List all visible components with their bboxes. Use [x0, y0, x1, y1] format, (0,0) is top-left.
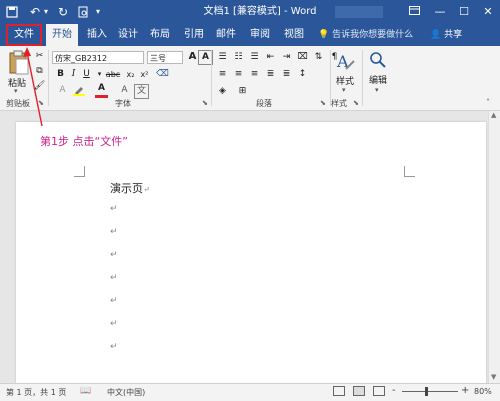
read-mode-icon[interactable]: [333, 386, 345, 396]
language-status[interactable]: 中文(中国): [107, 387, 145, 398]
paragraph-mark: ↵: [110, 296, 118, 306]
zoom-slider-thumb[interactable]: [425, 387, 428, 396]
paragraph-mark: ↵: [143, 185, 150, 194]
zoom-level[interactable]: 80%: [474, 387, 492, 396]
crop-mark: [74, 166, 85, 177]
paragraph-mark: ↵: [110, 227, 118, 237]
paragraph-mark: ↵: [110, 342, 118, 352]
paragraph-mark: ↵: [110, 273, 118, 283]
paragraph-mark: ↵: [110, 319, 118, 329]
zoom-in-button[interactable]: +: [461, 385, 469, 396]
paragraph-mark: ↵: [110, 250, 118, 260]
zoom-out-button[interactable]: -: [392, 385, 396, 396]
status-bar: 第 1 页，共 1 页 📖 中文(中国) - + 80%: [0, 383, 500, 401]
document-text: 演示页: [110, 182, 143, 195]
annotation-text: 第1步 点击“文件”: [40, 135, 128, 148]
proofing-icon[interactable]: 📖: [80, 386, 91, 396]
zoom-slider[interactable]: [402, 391, 458, 392]
paragraph-mark: ↵: [110, 204, 118, 214]
web-layout-icon[interactable]: [373, 386, 385, 396]
scroll-down-icon[interactable]: ▼: [491, 373, 496, 381]
page-count[interactable]: 第 1 页，共 1 页: [6, 387, 66, 398]
document-page[interactable]: [16, 122, 486, 384]
crop-mark: [404, 166, 415, 177]
document-first-line[interactable]: 演示页↵: [110, 180, 150, 196]
print-layout-icon[interactable]: [353, 386, 365, 396]
